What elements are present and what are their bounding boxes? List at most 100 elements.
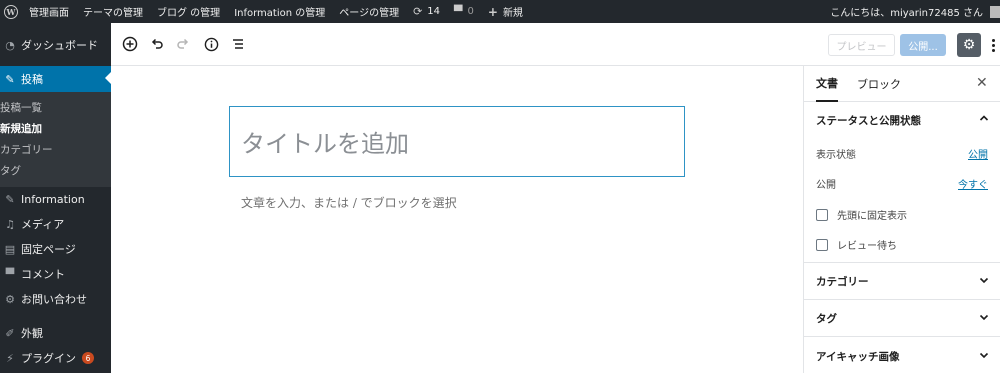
sticky-checkbox-label: 先頭に固定表示 (837, 211, 907, 222)
undo-icon (151, 38, 163, 49)
visibility-link[interactable]: 公開 (968, 146, 988, 161)
sidebar-item-label: 固定ページ (21, 243, 76, 256)
media-icon: ♫ (5, 217, 15, 231)
divider (804, 262, 1000, 263)
close-icon: ✕ (976, 75, 988, 91)
plus-circle-icon (122, 36, 138, 52)
submenu-add-new[interactable]: 新規追加 (0, 121, 42, 136)
sidebar-item-label: メディア (21, 218, 65, 231)
sidebar-item-label: お問い合わせ (21, 293, 87, 306)
theme-admin-link[interactable]: テーマの管理 (76, 0, 150, 23)
plug-icon: ⚡ (6, 351, 14, 365)
sidebar-item-contact[interactable]: ⚙ お問い合わせ (0, 287, 111, 311)
preview-button[interactable]: プレビュー (828, 34, 895, 56)
editor-toolbar: プレビュー 公開... ⚙ (111, 23, 1000, 66)
plugins-update-badge: 6 (82, 352, 94, 364)
comments-count: 0 (467, 6, 474, 17)
sidebar-item-media[interactable]: ♫ メディア (0, 212, 111, 236)
chevron-up-icon[interactable] (978, 112, 990, 127)
submenu-tags[interactable]: タグ (0, 163, 21, 178)
comment-bubble-icon: ▀ (454, 5, 463, 18)
chevron-down-icon[interactable] (978, 349, 990, 364)
publish-date-link[interactable]: 今すぐ (958, 176, 988, 191)
new-content-link[interactable]: + 新規 (481, 0, 530, 23)
chevron-down-icon[interactable] (978, 311, 990, 326)
comment-bubble-icon: ▀ (5, 267, 15, 281)
submenu-categories[interactable]: カテゴリー (0, 142, 53, 157)
sidebar-item-plugins[interactable]: ⚡ プラグイン 6 (0, 346, 111, 370)
updates-icon: ⟳ (413, 5, 423, 18)
pending-review-checkbox[interactable] (816, 238, 828, 251)
divider (804, 299, 1000, 300)
tab-document[interactable]: 文書 (816, 66, 838, 102)
new-content-label: 新規 (502, 8, 523, 19)
comments-link[interactable]: ▀ 0 (447, 0, 481, 23)
editor-canvas: タイトルを追加 文章を入力、または / でブロックを選択 (111, 66, 803, 373)
sidebar-item-label: コメント (21, 268, 65, 281)
page-admin-link[interactable]: ページの管理 (332, 0, 406, 23)
plus-icon: + (487, 4, 498, 19)
sidebar-item-label: 外観 (21, 327, 43, 340)
sidebar-item-label: Information (21, 192, 85, 206)
settings-tabs: 文書 ブロック ✕ (804, 66, 1000, 102)
post-title-input[interactable]: タイトルを追加 (229, 106, 685, 177)
pushpin-icon: ✎ (5, 192, 15, 206)
dashboard-icon: ◔ (5, 38, 15, 52)
chevron-down-icon[interactable] (978, 274, 990, 289)
redo-icon (177, 38, 189, 49)
publish-button[interactable]: 公開... (900, 34, 946, 56)
sticky-checkbox[interactable] (816, 208, 828, 221)
site-name-link[interactable]: 管理画面 (22, 0, 76, 23)
more-tools-button[interactable] (987, 32, 999, 58)
settings-sidebar: 文書 ブロック ✕ ステータスと公開状態 表示状態 公開 公開 今すぐ 先頭に固… (803, 66, 1000, 373)
settings-button[interactable]: ⚙ (957, 33, 981, 57)
info-icon (204, 37, 218, 51)
categories-section-title[interactable]: カテゴリー (816, 274, 869, 289)
gear-icon: ⚙ (962, 37, 976, 53)
undo-button[interactable] (147, 34, 167, 54)
pending-review-checkbox-row[interactable]: レビュー待ち (816, 237, 897, 252)
pushpin-icon: ✎ (5, 72, 15, 86)
sidebar-item-appearance[interactable]: ✐ 外観 (0, 321, 111, 345)
sidebar-item-label: プラグイン (21, 352, 76, 365)
paintbrush-icon: ✐ (5, 326, 15, 340)
admin-sidebar: ◔ ダッシュボード ✎ 投稿 投稿一覧 新規追加 カテゴリー タグ ✎ Info… (0, 23, 111, 373)
avatar (990, 5, 1000, 18)
admin-bar: W 管理画面 テーマの管理 ブログ の管理 Information の管理 ペー… (0, 0, 1000, 23)
tags-section-title[interactable]: タグ (816, 311, 837, 326)
sticky-checkbox-row[interactable]: 先頭に固定表示 (816, 207, 907, 222)
sidebar-item-posts[interactable]: ✎ 投稿 (0, 66, 111, 92)
paragraph-block-placeholder[interactable]: 文章を入力、または / でブロックを選択 (241, 194, 457, 211)
add-block-button[interactable] (120, 34, 140, 54)
content-info-button[interactable] (201, 34, 221, 54)
greeting-text: こんにちは、miyarin72485 さん (830, 8, 983, 19)
gear-icon: ⚙ (5, 292, 15, 306)
information-admin-link[interactable]: Information の管理 (227, 0, 332, 23)
sidebar-item-dashboard[interactable]: ◔ ダッシュボード (0, 33, 111, 57)
sidebar-item-pages[interactable]: ▤ 固定ページ (0, 237, 111, 261)
divider (804, 336, 1000, 337)
wordpress-logo-button[interactable]: W (0, 0, 22, 23)
status-section-title[interactable]: ステータスと公開状態 (816, 113, 921, 128)
block-navigation-button[interactable] (228, 34, 248, 54)
sidebar-item-label: 投稿 (21, 73, 43, 86)
blog-admin-link[interactable]: ブログ の管理 (150, 0, 227, 23)
pages-icon: ▤ (4, 242, 16, 256)
tab-block[interactable]: ブロック (857, 66, 901, 102)
submenu-all-posts[interactable]: 投稿一覧 (0, 100, 42, 115)
pending-review-checkbox-label: レビュー待ち (837, 241, 897, 252)
publish-date-label: 公開 (816, 180, 836, 191)
close-settings-button[interactable]: ✕ (976, 75, 988, 91)
post-title-placeholder: タイトルを追加 (241, 130, 409, 158)
sidebar-item-label: ダッシュボード (21, 39, 98, 52)
featured-image-section-title[interactable]: アイキャッチ画像 (816, 349, 899, 364)
my-account-link[interactable]: こんにちは、miyarin72485 さん (823, 0, 1000, 23)
visibility-label: 表示状態 (816, 150, 856, 161)
updates-link[interactable]: ⟳ 14 (406, 0, 447, 23)
redo-button[interactable] (173, 34, 193, 54)
sidebar-item-information[interactable]: ✎ Information (0, 187, 111, 211)
updates-count: 14 (427, 6, 441, 17)
wordpress-logo-icon: W (4, 4, 18, 19)
sidebar-item-comments[interactable]: ▀ コメント (0, 262, 111, 286)
vertical-ellipsis-icon (991, 38, 995, 42)
